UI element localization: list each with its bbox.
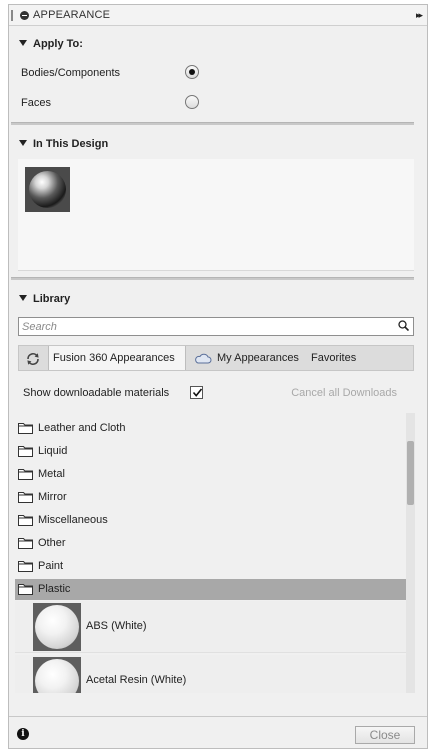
folder-icon	[18, 538, 33, 549]
material-item-acetal-resin-white[interactable]: Acetal Resin (White)	[15, 655, 406, 693]
checkmark-icon	[192, 388, 203, 397]
apply-to-heading: Apply To:	[33, 38, 83, 50]
material-item-abs-white[interactable]: ABS (White)	[15, 601, 406, 653]
folder-liquid[interactable]: Liquid	[15, 441, 406, 462]
library-tabs: Fusion 360 Appearances My Appearances Fa…	[18, 345, 414, 371]
folder-icon	[18, 423, 33, 434]
in-this-design-area	[18, 159, 414, 271]
collapse-panel-icon[interactable]	[20, 11, 29, 20]
chrome-sphere-icon	[29, 171, 66, 208]
expand-panel-icon[interactable]: ▸▸	[416, 10, 423, 21]
folder-label: Miscellaneous	[38, 514, 108, 526]
panel-footer: i Close	[9, 716, 427, 748]
appearance-panel: APPEARANCE ▸▸ Apply To: Bodies/Component…	[8, 4, 428, 749]
material-label: Acetal Resin (White)	[86, 674, 187, 686]
library-heading: Library	[33, 293, 71, 305]
bodies-components-label: Bodies/Components	[21, 67, 121, 79]
folder-icon	[18, 584, 33, 595]
folder-icon	[18, 492, 33, 503]
library-search-box[interactable]	[18, 317, 414, 336]
material-thumbnail	[33, 603, 81, 651]
collapse-triangle-icon[interactable]	[19, 295, 27, 301]
folder-icon	[18, 561, 33, 572]
close-button[interactable]: Close	[355, 726, 415, 744]
folder-miscellaneous[interactable]: Miscellaneous	[15, 510, 406, 531]
folder-leather-and-cloth[interactable]: Leather and Cloth	[15, 418, 406, 439]
folder-label: Paint	[38, 560, 64, 572]
chrome-material-swatch[interactable]	[25, 167, 70, 212]
tab-fusion-360-appearances[interactable]: Fusion 360 Appearances	[48, 346, 186, 370]
tab-favorites[interactable]: Favorites	[307, 346, 360, 370]
drag-grip-icon[interactable]	[11, 10, 13, 21]
scrollbar-thumb[interactable]	[407, 441, 414, 505]
folder-label: Mirror	[38, 491, 67, 503]
library-header[interactable]: Library	[19, 293, 70, 305]
material-thumbnail	[33, 657, 81, 693]
refresh-icon[interactable]	[25, 351, 41, 367]
collapse-triangle-icon[interactable]	[19, 140, 27, 146]
panel-titlebar[interactable]: APPEARANCE ▸▸	[9, 5, 427, 26]
faces-label: Faces	[21, 97, 51, 109]
folder-paint[interactable]: Paint	[15, 556, 406, 577]
section-divider	[11, 277, 414, 280]
show-downloadable-label: Show downloadable materials	[23, 387, 170, 399]
search-icon[interactable]	[398, 320, 409, 331]
white-sphere-icon	[35, 605, 79, 649]
folder-label: Leather and Cloth	[38, 422, 126, 434]
panel-title: APPEARANCE	[33, 9, 111, 21]
cancel-all-downloads-link[interactable]: Cancel all Downloads	[291, 387, 397, 399]
folder-mirror[interactable]: Mirror	[15, 487, 406, 508]
material-label: ABS (White)	[86, 620, 147, 632]
apply-to-header[interactable]: Apply To:	[19, 38, 83, 50]
bodies-components-radio[interactable]	[185, 65, 199, 79]
cloud-icon	[195, 353, 212, 364]
folder-icon	[18, 446, 33, 457]
folder-metal[interactable]: Metal	[15, 464, 406, 485]
info-icon[interactable]: i	[17, 728, 29, 740]
folder-icon	[18, 469, 33, 480]
library-scrollbar[interactable]	[406, 413, 415, 693]
collapse-triangle-icon[interactable]	[19, 40, 27, 46]
folder-label: Other	[38, 537, 66, 549]
folder-label: Liquid	[38, 445, 68, 457]
tab-my-appearances[interactable]: My Appearances	[213, 346, 303, 370]
in-this-design-heading: In This Design	[33, 138, 109, 150]
section-divider	[11, 122, 414, 125]
folder-other[interactable]: Other	[15, 533, 406, 554]
search-input[interactable]	[19, 318, 379, 335]
show-downloadable-checkbox[interactable]	[190, 386, 203, 399]
faces-radio[interactable]	[185, 95, 199, 109]
library-folder-list: Leather and Cloth Liquid Metal Mirror Mi…	[15, 413, 406, 693]
white-sphere-icon	[35, 659, 79, 693]
folder-label: Metal	[38, 468, 65, 480]
folder-plastic[interactable]: Plastic	[15, 579, 406, 600]
in-this-design-header[interactable]: In This Design	[19, 138, 108, 150]
folder-label: Plastic	[38, 583, 71, 595]
folder-icon	[18, 515, 33, 526]
